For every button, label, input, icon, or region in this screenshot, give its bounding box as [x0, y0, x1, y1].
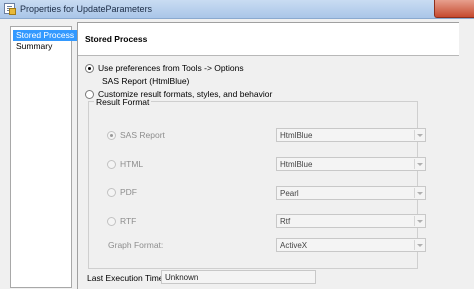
pdf-radio[interactable] [107, 188, 116, 197]
graph-format-label: Graph Format: [108, 240, 164, 250]
use-preferences-label: Use preferences from Tools -> Options [98, 63, 244, 73]
last-execution-label: Last Execution Time: [87, 273, 166, 283]
html-label: HTML [120, 159, 144, 169]
content-panel: Stored Process Use preferences from Tool… [77, 22, 459, 289]
title-bar: Properties for UpdateParameters [0, 0, 474, 19]
graph-format-select[interactable]: ActiveX [276, 238, 426, 252]
window-title: Properties for UpdateParameters [20, 4, 153, 14]
properties-icon [4, 3, 16, 15]
chevron-down-icon [414, 240, 424, 250]
use-preferences-radio[interactable] [85, 64, 94, 73]
pdf-label: PDF [120, 187, 137, 197]
chevron-down-icon [414, 159, 424, 169]
rtf-radio[interactable] [107, 217, 116, 226]
pdf-style-select[interactable]: Pearl [276, 186, 426, 200]
result-format-label: Result Format [94, 97, 152, 107]
chevron-down-icon [414, 130, 424, 140]
nav-item-stored-process[interactable]: Stored Process [13, 30, 78, 41]
nav-list: Stored Process Summary [10, 26, 78, 288]
sas-report-radio[interactable] [107, 131, 116, 140]
sas-report-label: SAS Report [120, 130, 165, 140]
html-radio[interactable] [107, 160, 116, 169]
chevron-down-icon [414, 216, 424, 226]
panel-header: Stored Process [78, 23, 459, 56]
rtf-label: RTF [120, 216, 137, 226]
panel-title: Stored Process [85, 34, 148, 44]
close-button[interactable] [434, 0, 474, 18]
last-execution-field: Unknown [161, 270, 316, 284]
sas-report-style-select[interactable]: HtmlBlue [276, 128, 426, 142]
html-style-select[interactable]: HtmlBlue [276, 157, 426, 171]
nav-item-summary[interactable]: Summary [13, 41, 55, 52]
chevron-down-icon [414, 188, 424, 198]
customize-radio[interactable] [85, 90, 94, 99]
preference-value-text: SAS Report (HtmlBlue) [102, 76, 190, 86]
rtf-style-select[interactable]: Rtf [276, 214, 426, 228]
result-format-group: SAS Report HtmlBlue HTML HtmlBlue PDF Pe… [88, 101, 426, 269]
